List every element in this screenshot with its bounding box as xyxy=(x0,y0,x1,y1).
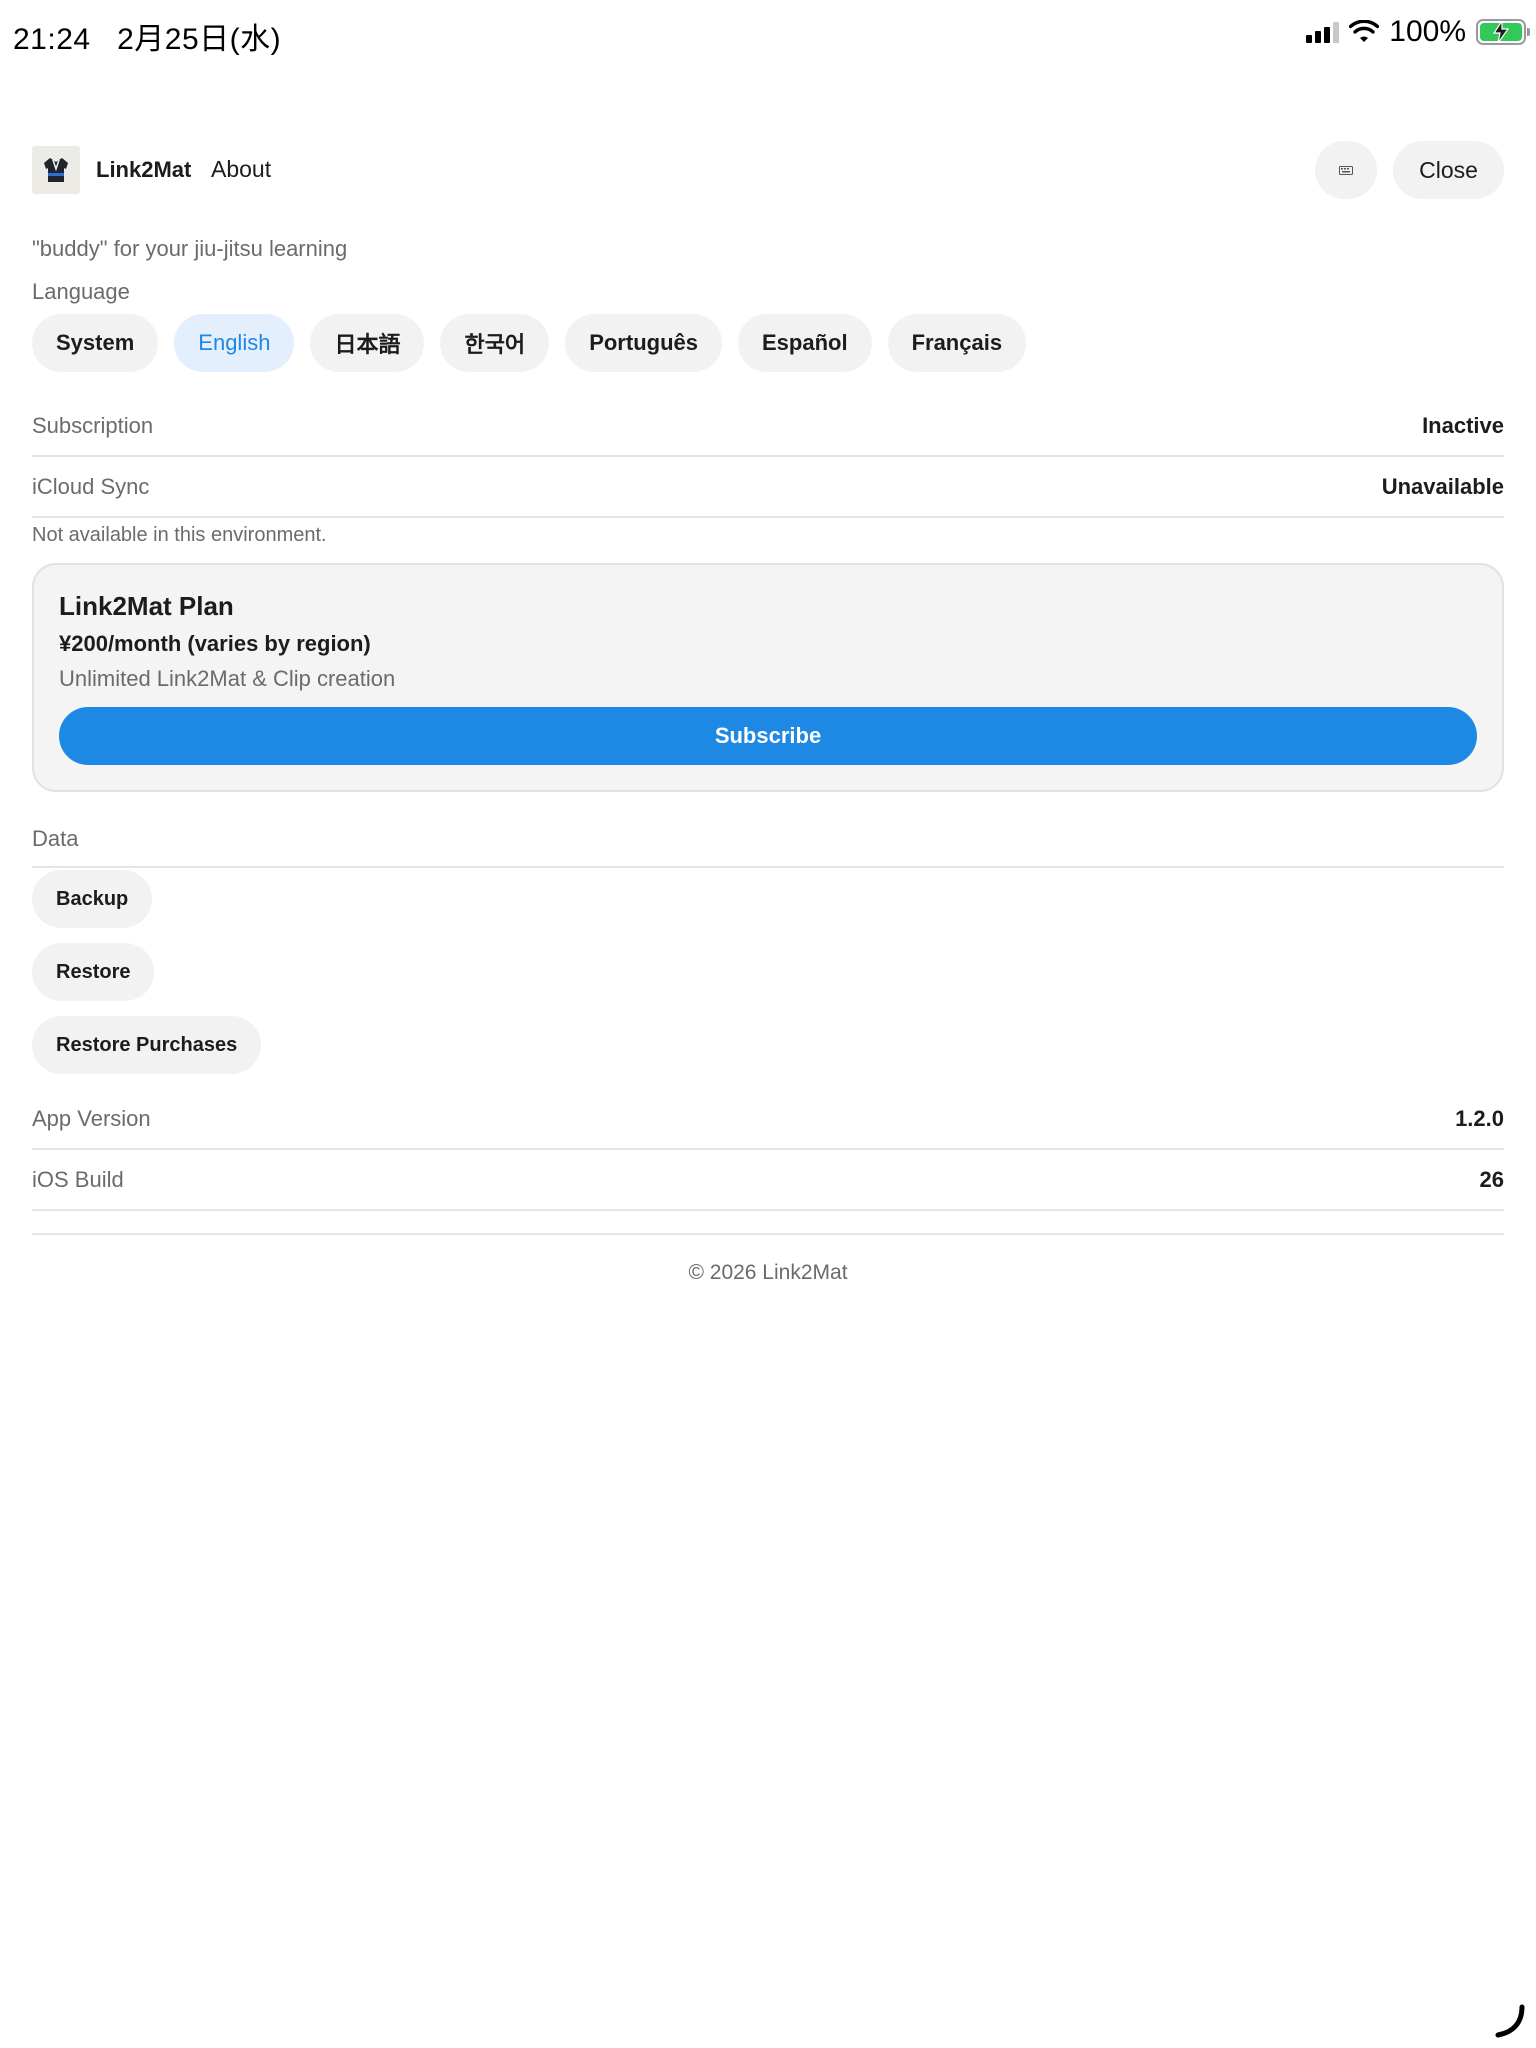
footer-divider xyxy=(32,1233,1504,1235)
language-option-japanese[interactable]: 日本語 xyxy=(310,314,425,372)
language-label: Language xyxy=(32,279,130,304)
subscription-status: Inactive xyxy=(1422,413,1504,438)
charging-bolt-icon xyxy=(1492,21,1510,43)
restore-button[interactable]: Restore xyxy=(32,943,155,1001)
plan-price: ¥200/month (varies by region) xyxy=(59,631,371,656)
copyright: © 2026 Link2Mat xyxy=(688,1261,848,1284)
backup-button[interactable]: Backup xyxy=(32,870,153,928)
language-option-portuguese[interactable]: Português xyxy=(565,314,722,372)
plan-title: Link2Mat Plan xyxy=(59,591,234,621)
keyboard-icon xyxy=(1339,165,1353,175)
language-option-system[interactable]: System xyxy=(32,314,159,372)
status-indicators: 100% xyxy=(1306,14,1530,50)
battery-percent: 100% xyxy=(1389,15,1466,48)
status-clock: 21:24 xyxy=(13,23,91,56)
subscription-row: Subscription Inactive xyxy=(32,395,1504,457)
restore-purchases-button[interactable]: Restore Purchases xyxy=(32,1016,262,1074)
language-option-spanish[interactable]: Español xyxy=(737,314,872,372)
subscription-label: Subscription xyxy=(32,413,154,438)
icloud-sync-status: Unavailable xyxy=(1381,474,1504,499)
icloud-note: Not available in this environment. xyxy=(32,524,327,546)
language-option-english[interactable]: English xyxy=(174,314,295,372)
battery-icon xyxy=(1476,19,1530,45)
app-version-row: App Version 1.2.0 xyxy=(32,1088,1504,1150)
app-version-label: App Version xyxy=(32,1106,151,1131)
plan-card: Link2Mat Plan ¥200/month (varies by regi… xyxy=(32,563,1504,792)
resize-handle-icon[interactable] xyxy=(1494,2004,1526,2038)
ios-build-row: iOS Build 26 xyxy=(32,1149,1504,1211)
icloud-sync-row: iCloud Sync Unavailable xyxy=(32,456,1504,518)
status-time: 21:24 2月25日(水) xyxy=(13,14,281,58)
app-logo-icon xyxy=(32,146,80,194)
language-option-french[interactable]: Français xyxy=(887,314,1027,372)
plan-description: Unlimited Link2Mat & Clip creation xyxy=(59,666,396,691)
tagline: "buddy" for your jiu-jitsu learning xyxy=(32,236,348,261)
ios-build-label: iOS Build xyxy=(32,1167,124,1192)
status-date: 2月25日(水) xyxy=(117,23,282,56)
app-version-value: 1.2.0 xyxy=(1455,1106,1504,1131)
ios-build-value: 26 xyxy=(1479,1167,1504,1192)
cellular-signal-icon xyxy=(1306,21,1340,43)
app-name: Link2Mat xyxy=(96,157,192,182)
page-title: About xyxy=(211,156,272,182)
language-selector: System English 日本語 한국어 Português Español… xyxy=(32,314,1027,372)
keyboard-button[interactable] xyxy=(1315,141,1377,199)
header: Link2Mat About Close xyxy=(32,141,1504,199)
wifi-icon xyxy=(1349,20,1380,42)
data-section-label: Data xyxy=(32,826,79,851)
status-bar: 21:24 2月25日(水) 100% xyxy=(0,0,1536,66)
language-option-korean[interactable]: 한국어 xyxy=(440,314,550,372)
data-divider xyxy=(32,866,1504,868)
close-button[interactable]: Close xyxy=(1393,141,1504,199)
icloud-sync-label: iCloud Sync xyxy=(32,474,150,499)
subscribe-button[interactable]: Subscribe xyxy=(59,707,1477,765)
